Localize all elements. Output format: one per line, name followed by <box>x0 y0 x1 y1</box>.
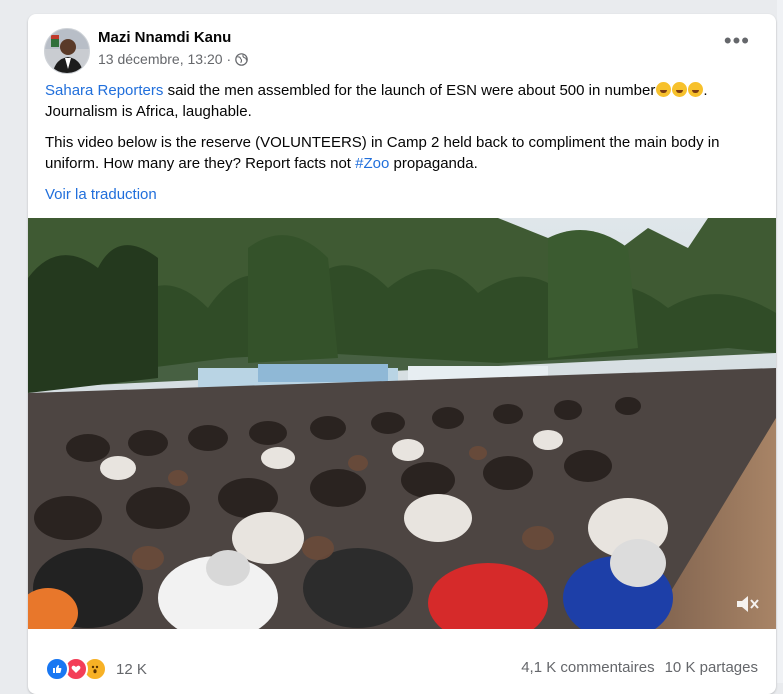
zoo-hashtag-link[interactable]: #Zoo <box>355 155 389 172</box>
reaction-count: 12 K <box>116 660 147 678</box>
meta-separator: · <box>226 51 232 67</box>
comments-count-link[interactable]: 4,1 K commentaires <box>521 659 654 676</box>
video-frame-crowd <box>28 218 776 629</box>
post-stats: 4,1 K commentaires 10 K partages <box>521 659 758 676</box>
globe-icon[interactable] <box>235 52 248 66</box>
post-footer: 12 K 4,1 K commentaires 10 K partages <box>28 629 776 694</box>
author-avatar[interactable] <box>44 28 90 74</box>
post-paragraph-2: This video below is the reserve (VOLUNTE… <box>45 132 760 174</box>
paragraph1-line2: Journalism is Africa, laughable. <box>45 103 252 120</box>
more-options-button[interactable]: ••• <box>724 30 750 52</box>
paragraph1-period: . <box>703 82 708 99</box>
post-date[interactable]: 13 décembre, 13:20 <box>98 51 223 67</box>
shares-count-link[interactable]: 10 K partages <box>665 659 758 676</box>
paragraph1-text: said the men assembled for the launch of… <box>163 82 656 99</box>
avatar-image <box>45 29 89 73</box>
laughing-emoji-icon <box>688 82 704 97</box>
author-name[interactable]: Mazi Nnamdi Kanu <box>98 29 231 46</box>
sahara-reporters-link[interactable]: Sahara Reporters <box>45 82 163 99</box>
post-meta: 13 décembre, 13:20 · <box>98 51 248 67</box>
see-translation-link[interactable]: Voir la traduction <box>45 186 157 203</box>
post-paragraph-1: Sahara Reporters said the men assembled … <box>45 80 760 122</box>
post-video[interactable] <box>28 218 776 629</box>
paragraph2-after: propaganda. <box>389 155 478 172</box>
laughing-emoji-icon <box>672 82 688 97</box>
post-text: Sahara Reporters said the men assembled … <box>45 80 760 184</box>
post-card: Mazi Nnamdi Kanu 13 décembre, 13:20 · ••… <box>28 14 776 694</box>
page-scrollbar-track <box>777 0 783 683</box>
mute-icon[interactable] <box>734 593 760 615</box>
like-reaction-icon <box>45 657 69 681</box>
laughing-emoji-icon <box>656 82 672 97</box>
reactions-summary[interactable]: 12 K <box>45 657 147 681</box>
